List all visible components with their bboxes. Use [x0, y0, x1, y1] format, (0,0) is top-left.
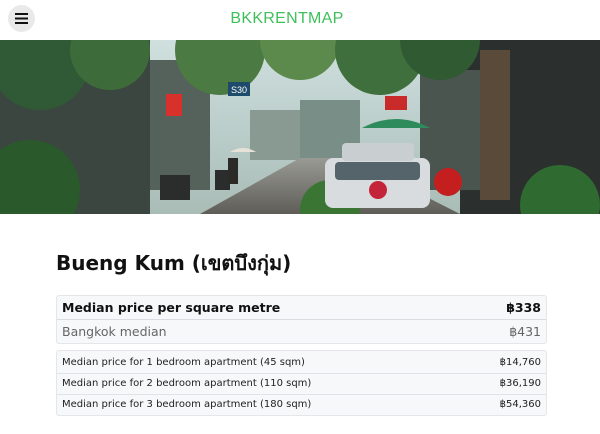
table-row: Median price for 3 bedroom apartment (18… — [57, 394, 546, 414]
table-row: Median price for 1 bedroom apartment (45… — [57, 352, 546, 372]
street-photo: S30 — [0, 40, 600, 214]
street-sign-label: S30 — [231, 85, 247, 95]
district-median-value: ฿338 — [506, 300, 541, 315]
hero-image: S30 — [0, 40, 600, 214]
apartment-price-label: Median price for 1 bedroom apartment (45… — [62, 356, 305, 368]
district-median-label: Median price per square metre — [62, 300, 281, 315]
apartment-price-label: Median price for 2 bedroom apartment (11… — [62, 378, 312, 389]
bangkok-median-row: Bangkok median ฿431 — [57, 319, 546, 342]
apartment-price-label: Median price for 3 bedroom apartment (18… — [62, 399, 312, 410]
top-bar: BKKRENTMAP — [0, 0, 600, 40]
median-summary-card: Median price per square metre ฿338 Bangk… — [56, 295, 547, 344]
apartment-prices-card: Median price for 1 bedroom apartment (45… — [56, 350, 547, 416]
brand-logo[interactable]: BKKRENTMAP — [0, 10, 574, 28]
district-title: Bueng Kum (เขตบึงกุ่ม) — [56, 251, 292, 275]
apartment-price-value: ฿36,190 — [499, 378, 541, 389]
bangkok-median-label: Bangkok median — [62, 323, 167, 339]
apartment-price-value: ฿14,760 — [499, 356, 541, 368]
bangkok-median-value: ฿431 — [509, 323, 541, 339]
district-median-row: Median price per square metre ฿338 — [57, 296, 546, 319]
table-row: Median price for 2 bedroom apartment (11… — [57, 373, 546, 393]
apartment-price-value: ฿54,360 — [499, 399, 541, 410]
